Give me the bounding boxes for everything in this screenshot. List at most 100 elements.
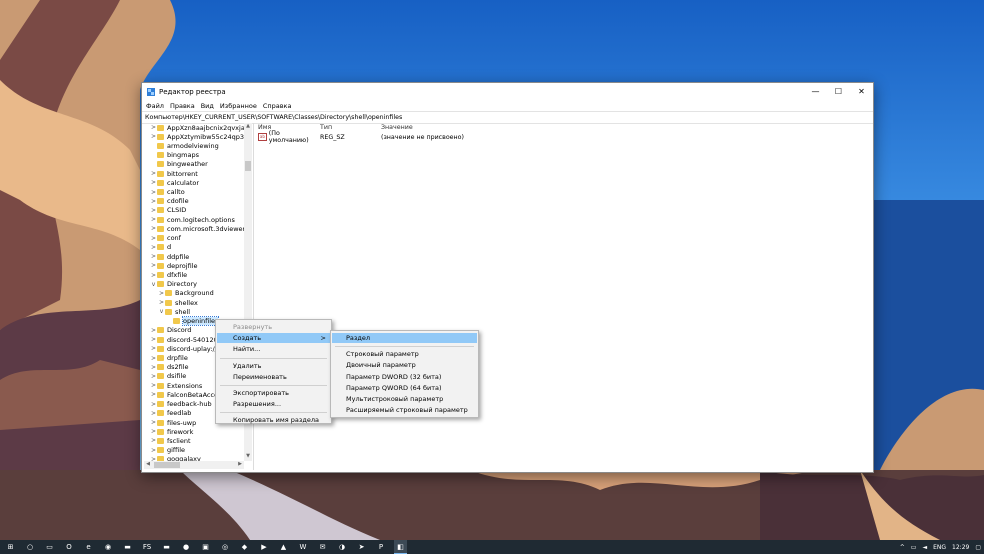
context-menu-item[interactable]: Экспортировать [217, 388, 330, 398]
tree-item[interactable]: > callto [150, 188, 185, 197]
expand-arrow-icon[interactable]: > [150, 373, 157, 380]
store-icon[interactable]: ▣ [199, 540, 212, 554]
tree-item[interactable]: > cdofile [150, 197, 189, 206]
tree-item[interactable]: > feedlab [150, 409, 191, 418]
folder-icon[interactable]: ▬ [160, 540, 173, 554]
search-icon[interactable]: ○ [24, 540, 37, 554]
task-view-icon[interactable]: ▭ [43, 540, 56, 554]
game-icon[interactable]: ◆ [238, 540, 251, 554]
tree-item[interactable]: > shellex [158, 298, 198, 307]
context-menu-item[interactable]: Создать > [217, 333, 330, 344]
context-menu-item[interactable]: Удалить [217, 361, 330, 371]
notifications-icon[interactable]: ▢ [975, 544, 981, 551]
tray-chevron-icon[interactable]: ^ [900, 544, 905, 551]
tree-item[interactable]: > giffile [150, 446, 185, 455]
video-icon[interactable]: ▶ [258, 540, 271, 554]
tree-item[interactable]: openinfiles [166, 316, 220, 327]
tree-item[interactable]: armodelviewing [150, 141, 219, 150]
tree-item[interactable]: > ds2file [150, 363, 189, 372]
start-icon[interactable]: ⊞ [4, 540, 17, 554]
tree-item[interactable]: > discord-uplay://1 [150, 344, 221, 353]
list-row[interactable]: ab (По умолчанию) REG_SZ (значение не пр… [255, 130, 873, 144]
scroll-right-icon[interactable]: ▶ [236, 461, 244, 469]
word-icon[interactable]: W [297, 540, 310, 554]
fs-icon[interactable]: FS [141, 540, 154, 554]
expand-arrow-icon[interactable]: > [150, 170, 157, 177]
scroll-thumb[interactable] [245, 161, 251, 171]
submenu-item[interactable]: Двоичный параметр [332, 360, 477, 370]
title-bar[interactable]: Редактор реестра — ☐ ✕ [142, 83, 873, 100]
tree-item[interactable]: > FalconBetaAccou [150, 390, 222, 399]
tree-item[interactable]: > Extensions [150, 381, 202, 390]
expand-arrow-icon[interactable]: > [150, 225, 157, 232]
expand-arrow-icon[interactable]: > [150, 391, 157, 398]
expand-arrow-icon[interactable]: > [150, 382, 157, 389]
mail-icon[interactable]: ✉ [316, 540, 329, 554]
tree-item[interactable]: > deprojfile [150, 261, 197, 270]
spotify-icon[interactable]: ● [180, 540, 193, 554]
tree-item[interactable]: bingmaps [150, 151, 199, 160]
expand-arrow-icon[interactable]: > [150, 410, 157, 417]
expand-arrow-icon[interactable]: > [150, 198, 157, 205]
submenu-item[interactable]: Мультистроковый параметр [332, 394, 477, 404]
context-menu-item[interactable]: Найти... [217, 344, 330, 354]
expand-arrow-icon[interactable]: > [150, 437, 157, 444]
tree-item[interactable]: > files-uwp [150, 418, 196, 427]
expand-arrow-icon[interactable]: > [150, 179, 157, 186]
language-indicator[interactable]: ENG [933, 544, 946, 551]
tree-horizontal-scrollbar[interactable]: ◀ ▶ [144, 461, 244, 469]
expand-arrow-icon[interactable]: > [158, 299, 165, 306]
column-value[interactable]: Значение [381, 124, 413, 131]
discord-icon[interactable]: ◑ [336, 540, 349, 554]
tree-item[interactable]: > com.logitech.options [150, 215, 235, 224]
tree-item[interactable]: > AppXztymibw55c24qp3qfb1j [150, 132, 244, 141]
explorer-icon[interactable]: ▬ [121, 540, 134, 554]
tree-item[interactable]: > discord-5401209 [150, 335, 222, 344]
submenu-item[interactable]: Параметр QWORD (64 бита) [332, 383, 477, 393]
scroll-thumb-horizontal[interactable] [154, 462, 180, 468]
expand-arrow-icon[interactable]: > [150, 355, 157, 362]
context-menu-item[interactable]: Копировать имя раздела [217, 415, 330, 425]
close-button[interactable]: ✕ [850, 83, 873, 100]
tree-item[interactable]: > com.microsoft.3dviewer [150, 224, 244, 233]
tree-item[interactable]: > dfxfile [150, 271, 187, 280]
tree-item[interactable]: > d [150, 243, 171, 252]
scroll-up-icon[interactable]: ▲ [244, 123, 252, 131]
tree-item[interactable]: > Background [158, 289, 214, 298]
collapse-arrow-icon[interactable]: v [158, 308, 165, 315]
expand-arrow-icon[interactable]: > [150, 327, 157, 334]
expand-arrow-icon[interactable]: > [150, 345, 157, 352]
photos-icon[interactable]: ▲ [277, 540, 290, 554]
edge-icon[interactable]: e [82, 540, 95, 554]
tree-item[interactable]: bingweather [150, 160, 208, 169]
tree-item[interactable]: v shell [158, 307, 190, 316]
menu-file[interactable]: Файл [146, 102, 164, 110]
tree-item[interactable]: v Directory [150, 280, 197, 289]
tray-volume-icon[interactable]: ◄ [922, 544, 927, 551]
menu-edit[interactable]: Правка [170, 102, 195, 110]
expand-arrow-icon[interactable]: > [150, 447, 157, 454]
collapse-arrow-icon[interactable]: v [150, 281, 157, 288]
clock[interactable]: 12:29 [952, 544, 969, 551]
opera-icon[interactable]: O [63, 540, 76, 554]
context-menu-item[interactable]: Переименовать [217, 372, 330, 382]
tree-item[interactable]: > bittorrent [150, 169, 198, 178]
tree-item[interactable]: > fsclient [150, 436, 191, 445]
expand-arrow-icon[interactable]: > [150, 244, 157, 251]
chrome-icon[interactable]: ◉ [102, 540, 115, 554]
regedit-icon[interactable]: ◧ [394, 540, 407, 554]
app-icon[interactable]: P [375, 540, 388, 554]
submenu-item[interactable]: Строковый параметр [332, 349, 477, 359]
expand-arrow-icon[interactable]: > [150, 253, 157, 260]
expand-arrow-icon[interactable]: > [150, 272, 157, 279]
maximize-button[interactable]: ☐ [827, 83, 850, 100]
expand-arrow-icon[interactable]: > [150, 235, 157, 242]
expand-arrow-icon[interactable]: > [150, 401, 157, 408]
scroll-down-icon[interactable]: ▼ [244, 453, 252, 461]
expand-arrow-icon[interactable]: > [150, 262, 157, 269]
tree-item[interactable]: > ddpfile [150, 252, 189, 261]
menu-view[interactable]: Вид [201, 102, 214, 110]
tree-item[interactable]: > calculator [150, 178, 199, 187]
expand-arrow-icon[interactable]: > [150, 428, 157, 435]
tree-item[interactable]: > AppXzn8aajbcnix2qvxjawp7 [150, 123, 244, 132]
